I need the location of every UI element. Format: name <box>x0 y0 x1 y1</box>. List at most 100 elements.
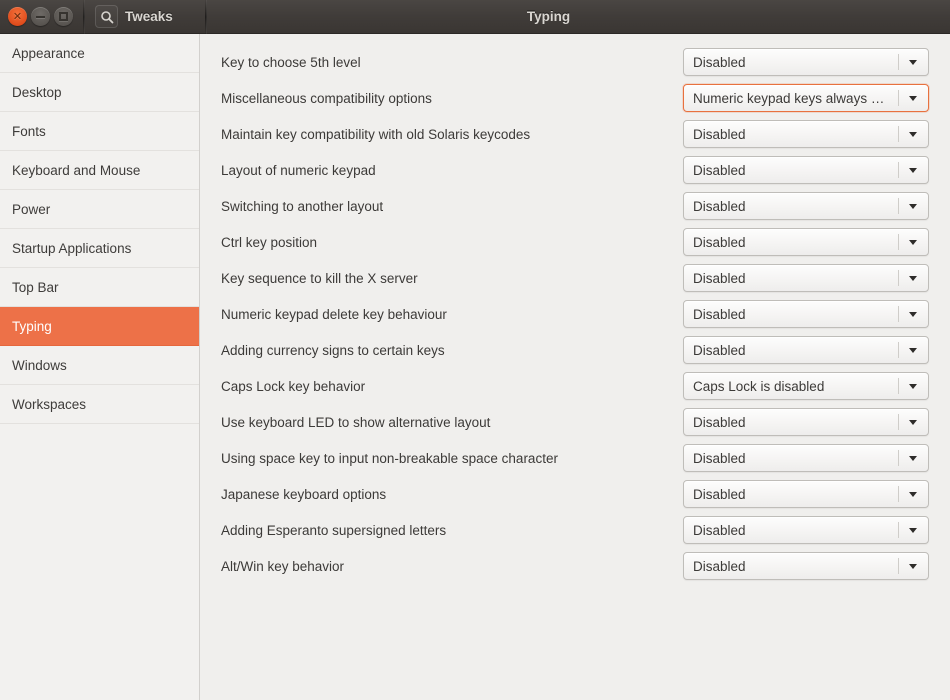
setting-label: Key sequence to kill the X server <box>221 270 418 286</box>
page-title: Typing <box>526 9 571 24</box>
setting-dropdown[interactable]: Disabled <box>683 120 929 148</box>
dropdown-value: Disabled <box>693 162 746 178</box>
setting-dropdown[interactable]: Disabled <box>683 480 929 508</box>
chevron-down-icon <box>909 239 917 245</box>
chevron-down-icon <box>909 527 917 533</box>
setting-row: Adding Esperanto supersigned letters Dis… <box>200 512 950 548</box>
minimize-icon <box>36 15 45 18</box>
app-header: Tweaks <box>85 5 205 28</box>
sidebar-item-power[interactable]: Power <box>0 190 199 229</box>
sidebar-item-label: Top Bar <box>12 279 59 295</box>
dropdown-value: Disabled <box>693 306 746 322</box>
chevron-down-icon <box>909 347 917 353</box>
dropdown-arrow-box <box>898 409 928 435</box>
dropdown-arrow-box <box>898 121 928 147</box>
setting-dropdown[interactable]: Disabled <box>683 516 929 544</box>
setting-row: Switching to another layout Disabled <box>200 188 950 224</box>
app-title: Tweaks <box>125 9 173 24</box>
sidebar: Appearance Desktop Fonts Keyboard and Mo… <box>0 34 200 700</box>
dropdown-arrow-box <box>898 445 928 471</box>
setting-label: Key to choose 5th level <box>221 54 361 70</box>
dropdown-arrow-box <box>898 229 928 255</box>
chevron-down-icon <box>909 131 917 137</box>
dropdown-arrow-box <box>898 157 928 183</box>
sidebar-item-keyboard-and-mouse[interactable]: Keyboard and Mouse <box>0 151 199 190</box>
minimize-window-button[interactable] <box>31 7 50 26</box>
setting-dropdown[interactable]: Disabled <box>683 192 929 220</box>
chevron-down-icon <box>909 275 917 281</box>
setting-label: Layout of numeric keypad <box>221 162 376 178</box>
sidebar-item-label: Startup Applications <box>12 240 132 256</box>
setting-label: Adding Esperanto supersigned letters <box>221 522 447 538</box>
sidebar-item-top-bar[interactable]: Top Bar <box>0 268 199 307</box>
main-content: Key to choose 5th level Disabled Miscell… <box>200 34 950 700</box>
setting-dropdown[interactable]: Disabled <box>683 48 929 76</box>
maximize-icon <box>59 12 68 21</box>
sidebar-item-label: Keyboard and Mouse <box>12 162 141 178</box>
dropdown-value: Disabled <box>693 198 746 214</box>
dropdown-arrow-box <box>898 337 928 363</box>
setting-dropdown[interactable]: Disabled <box>683 228 929 256</box>
sidebar-item-desktop[interactable]: Desktop <box>0 73 199 112</box>
sidebar-item-workspaces[interactable]: Workspaces <box>0 385 199 424</box>
sidebar-item-typing[interactable]: Typing <box>0 307 199 346</box>
chevron-down-icon <box>909 563 917 569</box>
setting-dropdown[interactable]: Disabled <box>683 408 929 436</box>
window-body: Appearance Desktop Fonts Keyboard and Mo… <box>0 34 950 700</box>
window-controls: ✕ <box>0 7 73 26</box>
chevron-down-icon <box>909 203 917 209</box>
setting-row: Maintain key compatibility with old Sola… <box>200 116 950 152</box>
setting-row: Alt/Win key behavior Disabled <box>200 548 950 584</box>
setting-label: Caps Lock key behavior <box>221 378 366 394</box>
dropdown-value: Disabled <box>693 558 746 574</box>
setting-dropdown[interactable]: Disabled <box>683 264 929 292</box>
dropdown-value: Disabled <box>693 126 746 142</box>
setting-dropdown[interactable]: Disabled <box>683 156 929 184</box>
dropdown-value: Disabled <box>693 486 746 502</box>
setting-label: Maintain key compatibility with old Sola… <box>221 126 531 142</box>
setting-row: Layout of numeric keypad Disabled <box>200 152 950 188</box>
maximize-window-button[interactable] <box>54 7 73 26</box>
close-icon: ✕ <box>12 10 23 23</box>
dropdown-arrow-box <box>898 481 928 507</box>
title-bar: ✕ Tweaks Typing <box>0 0 950 34</box>
dropdown-value: Numeric keypad keys always … <box>693 90 885 106</box>
setting-label: Adding currency signs to certain keys <box>221 342 445 358</box>
setting-row: Numeric keypad delete key behaviour Disa… <box>200 296 950 332</box>
dropdown-value: Disabled <box>693 54 746 70</box>
setting-label: Miscellaneous compatibility options <box>221 90 432 106</box>
dropdown-arrow-box <box>898 85 928 111</box>
sidebar-item-label: Windows <box>12 357 67 373</box>
dropdown-arrow-box <box>898 553 928 579</box>
chevron-down-icon <box>909 383 917 389</box>
sidebar-item-windows[interactable]: Windows <box>0 346 199 385</box>
chevron-down-icon <box>909 491 917 497</box>
sidebar-item-label: Power <box>12 201 51 217</box>
setting-label: Alt/Win key behavior <box>221 558 345 574</box>
setting-row: Ctrl key position Disabled <box>200 224 950 260</box>
setting-label: Japanese keyboard options <box>221 486 387 502</box>
dropdown-value: Disabled <box>693 234 746 250</box>
setting-row: Using space key to input non-breakable s… <box>200 440 950 476</box>
setting-dropdown[interactable]: Disabled <box>683 336 929 364</box>
sidebar-item-fonts[interactable]: Fonts <box>0 112 199 151</box>
dropdown-arrow-box <box>898 373 928 399</box>
setting-row: Key sequence to kill the X server Disabl… <box>200 260 950 296</box>
dropdown-value: Disabled <box>693 522 746 538</box>
setting-dropdown[interactable]: Disabled <box>683 300 929 328</box>
setting-dropdown[interactable]: Disabled <box>683 552 929 580</box>
setting-row: Miscellaneous compatibility options Nume… <box>200 80 950 116</box>
sidebar-item-startup-applications[interactable]: Startup Applications <box>0 229 199 268</box>
sidebar-item-label: Workspaces <box>12 396 87 412</box>
dropdown-value: Disabled <box>693 270 746 286</box>
close-window-button[interactable]: ✕ <box>8 7 27 26</box>
sidebar-item-appearance[interactable]: Appearance <box>0 34 199 73</box>
dropdown-arrow-box <box>898 301 928 327</box>
dropdown-arrow-box <box>898 517 928 543</box>
setting-label: Switching to another layout <box>221 198 384 214</box>
setting-dropdown[interactable]: Numeric keypad keys always … <box>683 84 929 112</box>
setting-dropdown[interactable]: Disabled <box>683 444 929 472</box>
setting-dropdown[interactable]: Caps Lock is disabled <box>683 372 929 400</box>
dropdown-value: Disabled <box>693 450 746 466</box>
search-button[interactable] <box>95 5 118 28</box>
